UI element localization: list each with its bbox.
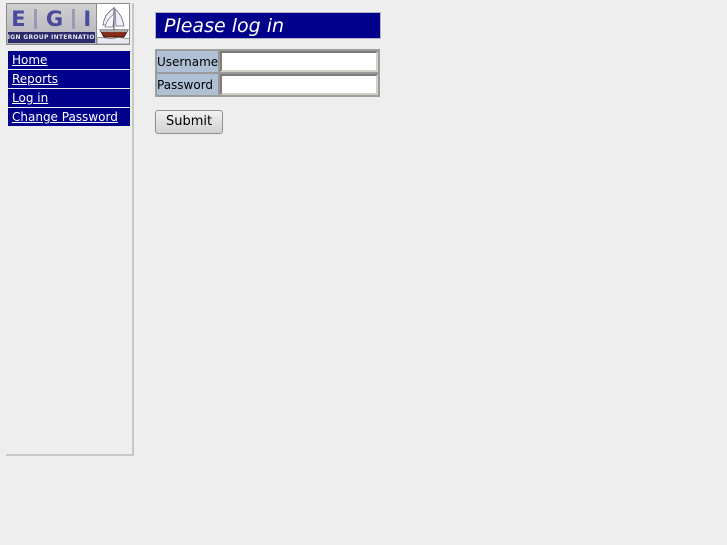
main-content: Please log in Username Password Submit bbox=[155, 12, 715, 134]
table-row: Username bbox=[156, 50, 380, 73]
password-field-cell bbox=[219, 73, 380, 96]
sidebar-item-reports[interactable]: Reports bbox=[8, 70, 130, 88]
logo-separator-1 bbox=[34, 8, 38, 29]
page-title-banner: Please log in bbox=[155, 12, 381, 39]
logo-letter-e: E bbox=[11, 6, 26, 31]
sailing-ship-icon bbox=[95, 4, 129, 44]
username-label: Username bbox=[156, 50, 220, 73]
egi-logo: E G I ENSIGN GROUP INTERNATIONAL bbox=[6, 3, 130, 45]
page-title: Please log in bbox=[164, 14, 285, 37]
sidebar-panel: E G I ENSIGN GROUP INTERNATIONAL H bbox=[6, 3, 134, 456]
submit-row: Submit bbox=[155, 110, 715, 134]
sidebar-item-label: Change Password bbox=[12, 110, 118, 124]
sidebar-item-label: Reports bbox=[12, 72, 59, 86]
logo-letter-g: G bbox=[45, 6, 64, 31]
logo-letter-i: I bbox=[83, 6, 92, 31]
password-label: Password bbox=[156, 73, 220, 96]
submit-button[interactable]: Submit bbox=[155, 110, 224, 134]
logo-separator-2 bbox=[71, 8, 75, 29]
sidebar-item-home[interactable]: Home bbox=[8, 51, 130, 69]
sidebar-item-label: Log in bbox=[12, 91, 49, 105]
logo-letters: E G I bbox=[7, 5, 96, 32]
username-input[interactable] bbox=[220, 51, 379, 72]
logo-wordmark: E G I ENSIGN GROUP INTERNATIONAL bbox=[7, 4, 96, 44]
logo-tagline: ENSIGN GROUP INTERNATIONAL bbox=[8, 32, 95, 43]
password-input[interactable] bbox=[220, 74, 379, 95]
sidebar-item-change-password[interactable]: Change Password bbox=[8, 108, 130, 126]
sidebar-nav: Home Reports Log in Change Password bbox=[8, 51, 130, 127]
table-row: Password bbox=[156, 73, 380, 96]
sidebar-item-log-in[interactable]: Log in bbox=[8, 89, 130, 107]
sidebar-item-label: Home bbox=[12, 53, 48, 67]
login-form-table: Username Password bbox=[155, 49, 381, 97]
username-field-cell bbox=[219, 50, 380, 73]
